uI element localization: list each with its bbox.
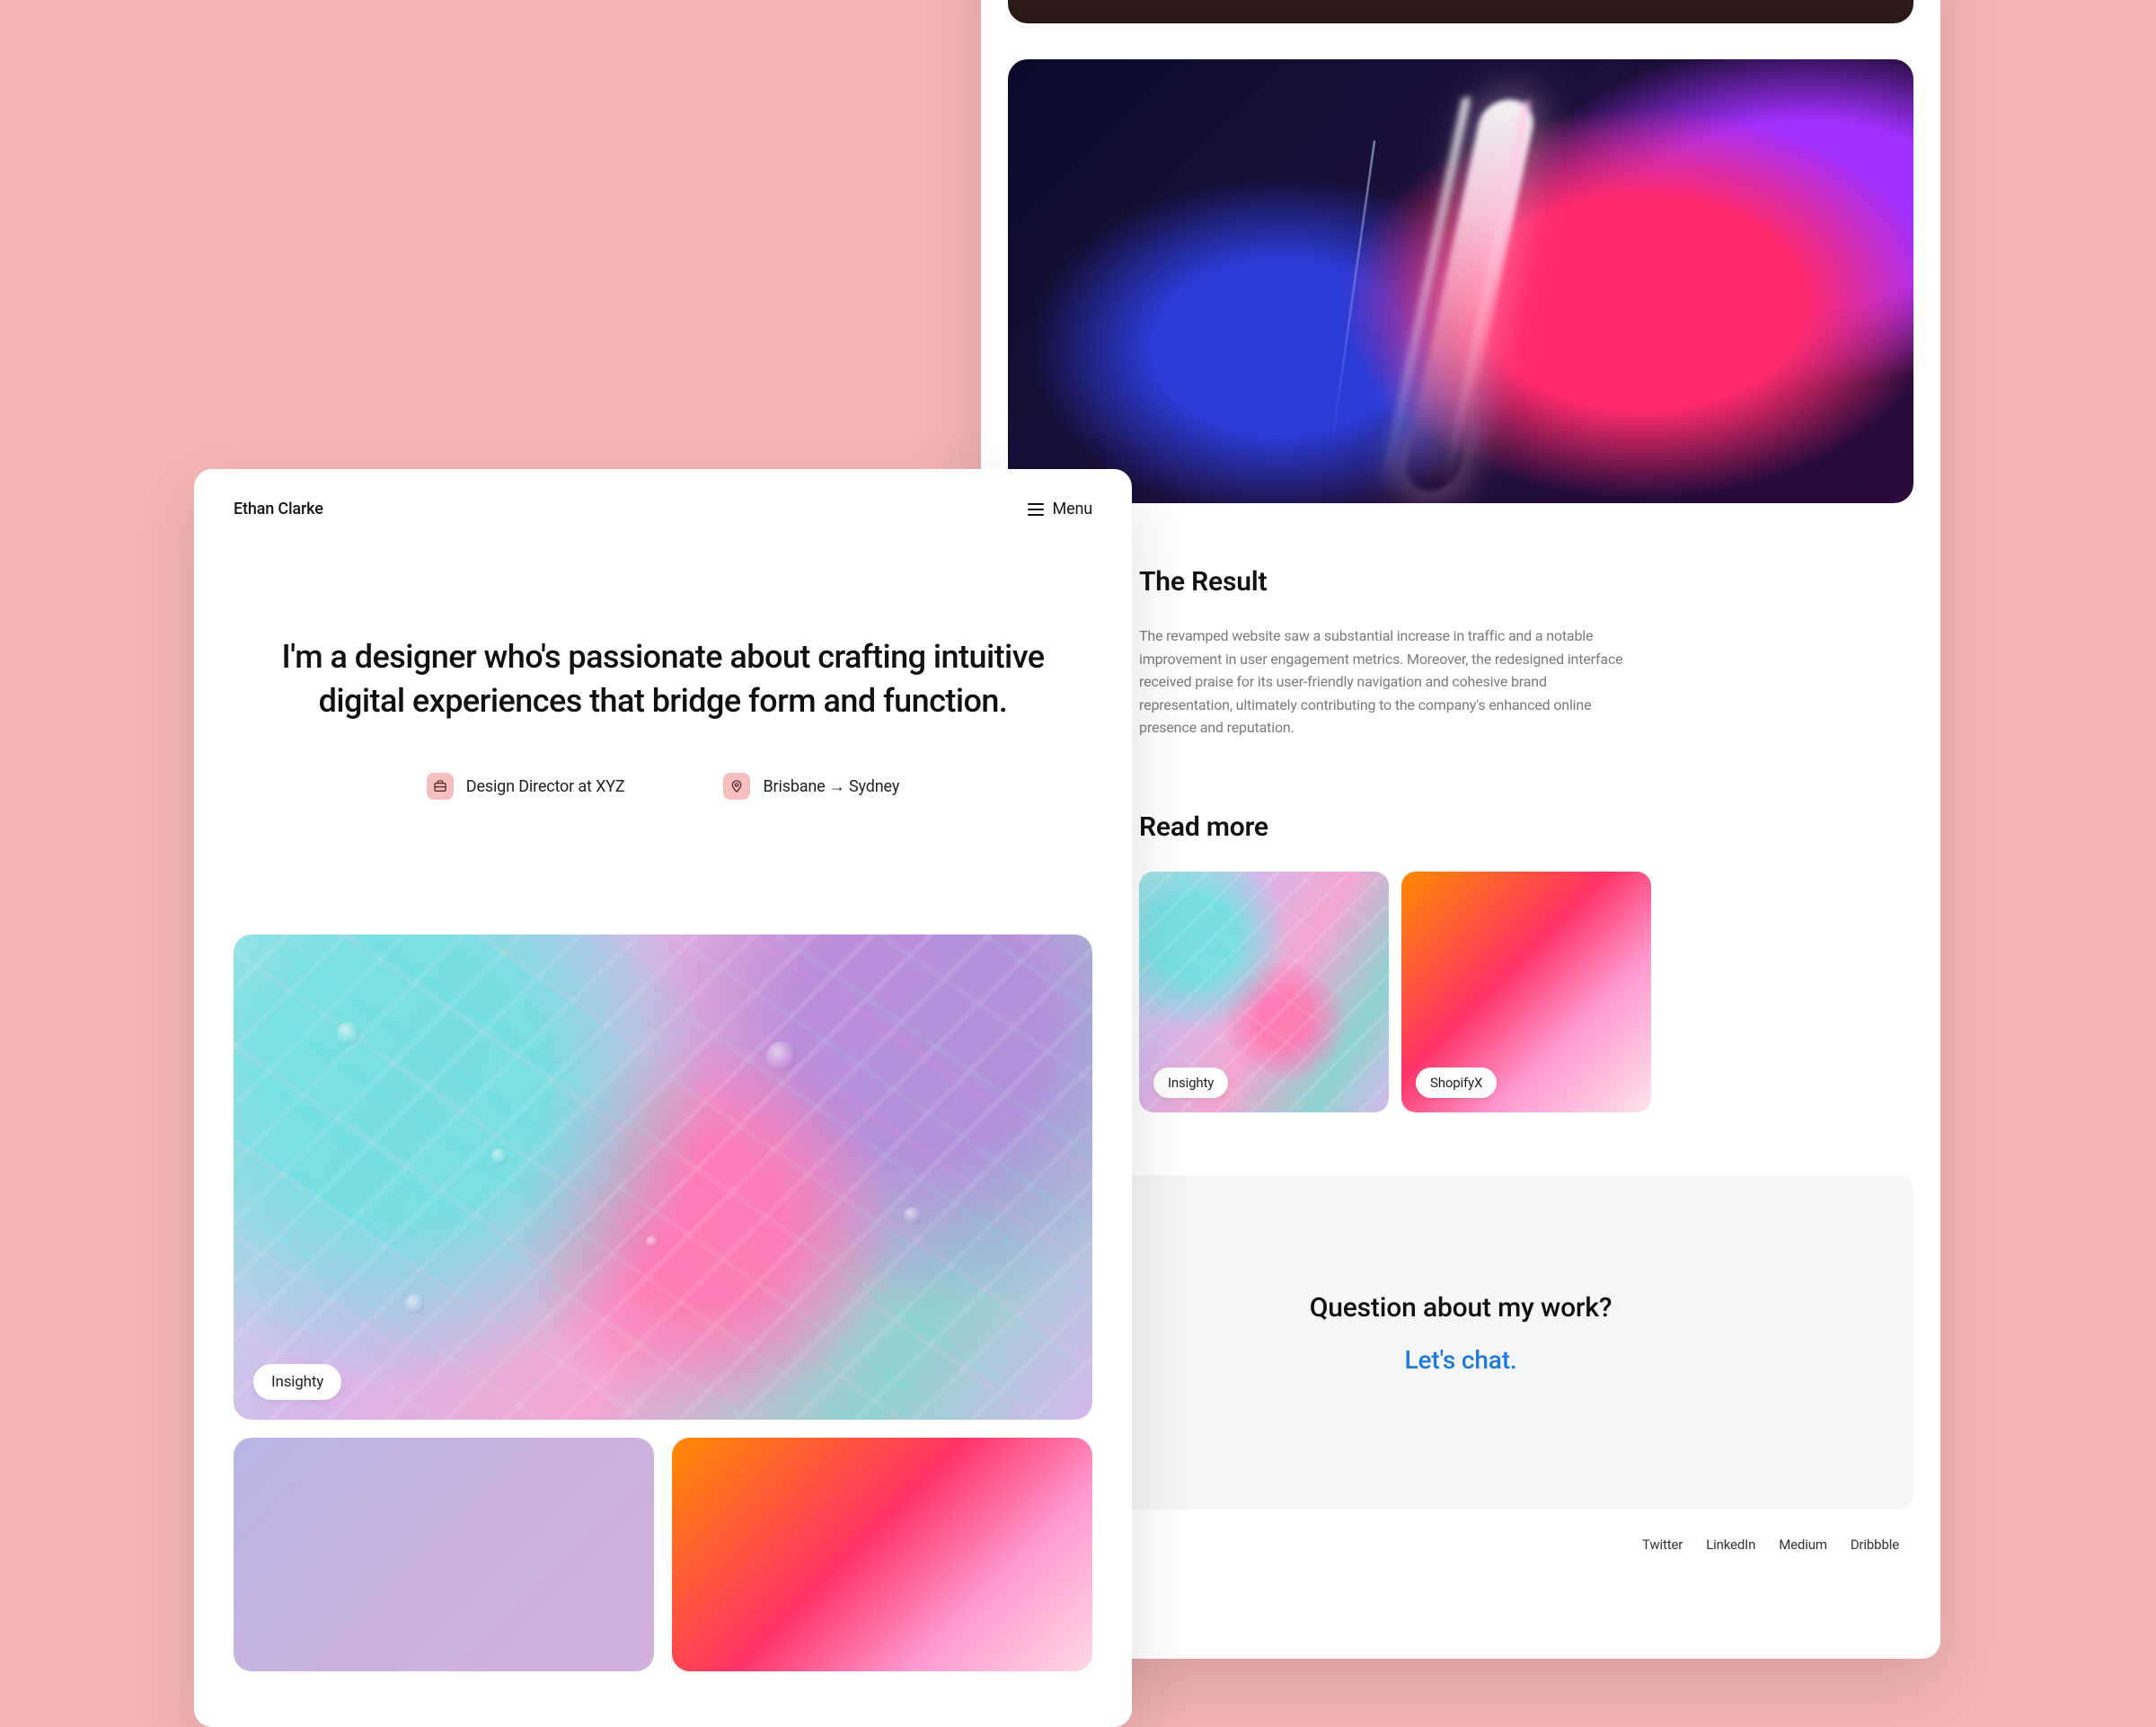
home-header: Ethan Clarke Menu [194, 469, 1132, 518]
meta-role: Design Director at XYZ [427, 773, 625, 800]
footer-link-dribbble[interactable]: Dribbble [1851, 1537, 1899, 1553]
menu-icon [1028, 503, 1044, 516]
project-card-insighty[interactable]: Insighty [234, 934, 1092, 1420]
home-page-card: Ethan Clarke Menu I'm a designer who's p… [194, 469, 1132, 1727]
bubble-icon [337, 1022, 360, 1045]
location-pin-icon [723, 773, 750, 800]
project-chip: Insighty [253, 1364, 341, 1400]
card-chip: Insighty [1153, 1067, 1228, 1098]
menu-label: Menu [1053, 500, 1092, 518]
menu-button[interactable]: Menu [1028, 500, 1092, 518]
hero-meta: Design Director at XYZ Brisbane → Sydney [275, 773, 1051, 800]
hero-headline: I'm a designer who's passionate about cr… [275, 635, 1051, 722]
cta-link[interactable]: Let's chat. [1044, 1345, 1878, 1375]
detail-image-hero [1008, 59, 1913, 503]
bubble-icon [904, 1207, 922, 1225]
readmore-cards: Insighty ShopifyX [1139, 872, 1782, 1112]
cta-question: Question about my work? [1044, 1292, 1878, 1324]
detail-inner [981, 0, 1940, 503]
result-heading: The Result [1139, 566, 1782, 598]
bubble-icon [491, 1148, 508, 1165]
readmore-card-shopifyx[interactable]: ShopifyX [1401, 872, 1651, 1112]
bubble-icon [646, 1235, 658, 1248]
footer-link-twitter[interactable]: Twitter [1642, 1537, 1683, 1553]
footer-link-medium[interactable]: Medium [1779, 1537, 1827, 1553]
light-line [1330, 140, 1375, 448]
readmore-card-insighty[interactable]: Insighty [1139, 872, 1389, 1112]
meta-location: Brisbane → Sydney [723, 773, 899, 800]
project-card-small-left[interactable] [234, 1438, 654, 1671]
briefcase-icon [427, 773, 454, 800]
result-body: The revamped website saw a substantial i… [1139, 624, 1642, 740]
home-hero: I'm a designer who's passionate about cr… [194, 518, 1132, 800]
home-projects: Insighty [194, 800, 1132, 1671]
project-row [234, 1438, 1092, 1671]
readmore-heading: Read more [1139, 811, 1782, 843]
readmore-section: Read more Insighty ShopifyX [1139, 811, 1782, 1112]
project-card-small-right[interactable] [672, 1438, 1092, 1671]
cta-block: Question about my work? Let's chat. [1008, 1175, 1913, 1510]
bubble-icon [766, 1041, 797, 1072]
meta-role-text: Design Director at XYZ [466, 777, 625, 796]
light-streak [1401, 97, 1538, 492]
card-chip: ShopifyX [1416, 1067, 1497, 1098]
detail-image-top [1008, 0, 1913, 23]
footer-link-linkedin[interactable]: LinkedIn [1706, 1537, 1755, 1553]
brand-name[interactable]: Ethan Clarke [234, 500, 323, 518]
swirl-overlay [234, 934, 1092, 1420]
bubble-icon [405, 1294, 425, 1314]
meta-location-text: Brisbane → Sydney [763, 777, 899, 796]
